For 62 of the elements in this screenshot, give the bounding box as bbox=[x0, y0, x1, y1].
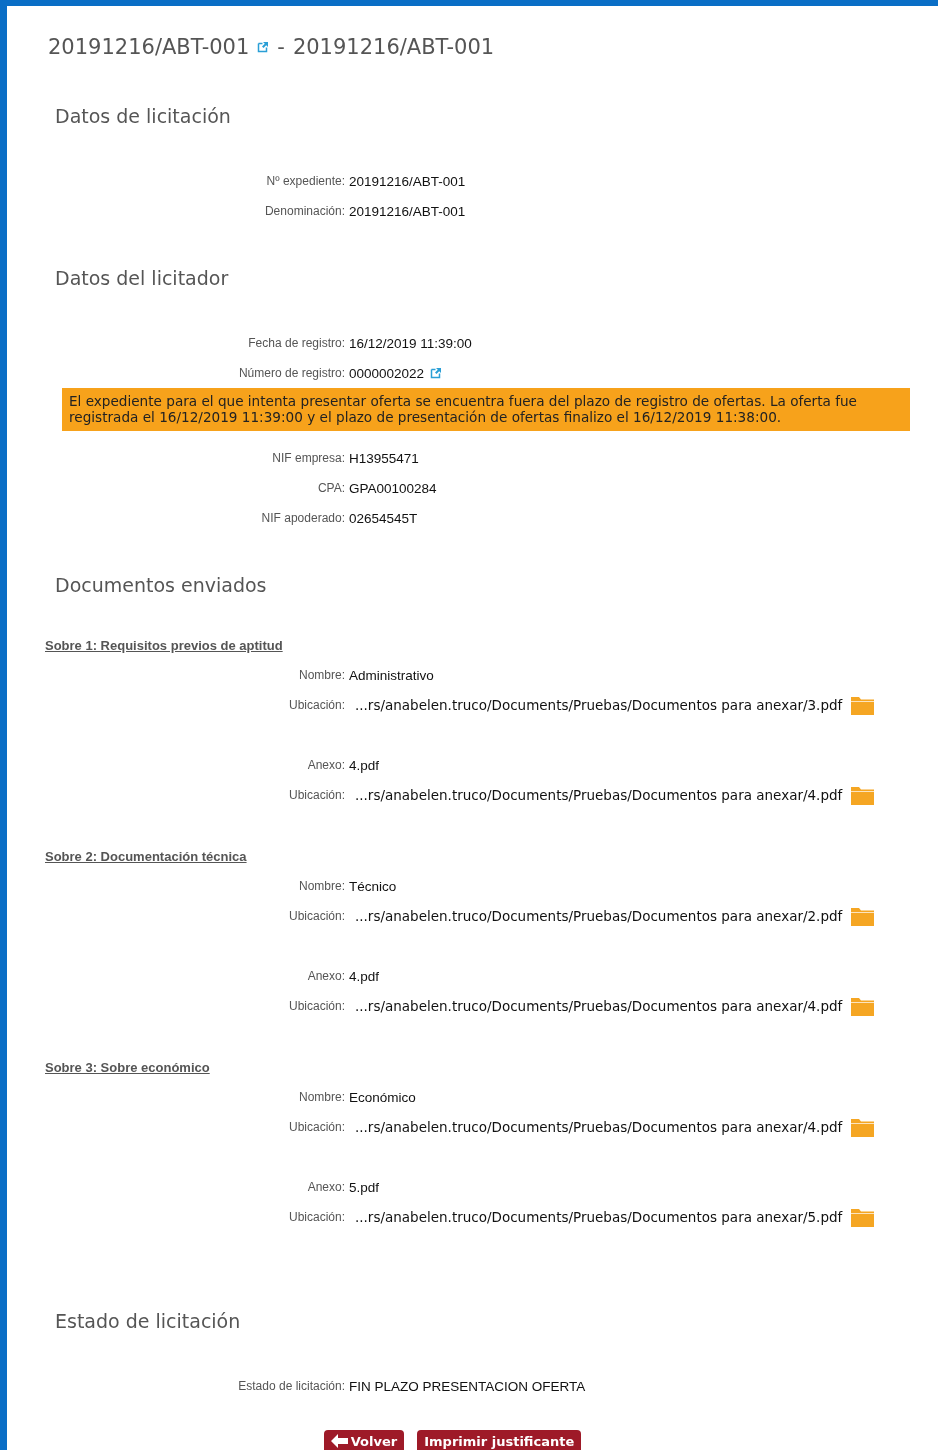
field-label: NIF empresa: bbox=[271, 451, 345, 465]
file-path: ...rs/anabelen.truco/Documents/Pruebas/Documentos para anexar/4.pdf bbox=[354, 998, 843, 1014]
envelope-link[interactable]: Sobre 2: Documentación técnica bbox=[45, 848, 247, 866]
field-label: Nombre: bbox=[298, 879, 345, 893]
field-label: NIF apoderado: bbox=[260, 511, 345, 525]
file-path: ...rs/anabelen.truco/Documents/Pruebas/Documentos para anexar/4.pdf bbox=[354, 1119, 843, 1135]
left-arrow-icon bbox=[330, 1434, 348, 1448]
field-value: 0000002022 bbox=[349, 365, 425, 381]
folder-icon[interactable] bbox=[851, 785, 875, 805]
external-link-icon[interactable] bbox=[430, 367, 443, 379]
section-heading: Datos del licitador bbox=[55, 266, 230, 291]
field-value: Económico bbox=[349, 1089, 416, 1105]
field-value: GPA00100284 bbox=[349, 480, 437, 496]
print-button[interactable]: Imprimir justificante bbox=[417, 1430, 582, 1450]
field-value: 02654545T bbox=[349, 510, 418, 526]
field-value: Técnico bbox=[349, 878, 397, 894]
page-title: 20191216/ABT-001 bbox=[292, 35, 495, 59]
file-path: ...rs/anabelen.truco/Documents/Pruebas/Documentos para anexar/4.pdf bbox=[354, 787, 843, 803]
field-label: Ubicación: bbox=[287, 999, 345, 1013]
back-button[interactable]: Volver bbox=[323, 1430, 405, 1450]
folder-icon[interactable] bbox=[851, 1117, 875, 1137]
field-label: Ubicación: bbox=[287, 1120, 345, 1134]
field-label: CPA: bbox=[316, 481, 345, 495]
section-heading: Estado de licitación bbox=[55, 1309, 242, 1334]
field-label: Nº expediente: bbox=[265, 174, 345, 188]
field-label: Ubicación: bbox=[287, 909, 345, 923]
field-label: Estado de licitación: bbox=[237, 1379, 345, 1393]
field-value: 5.pdf bbox=[349, 1179, 380, 1195]
field-label: Nombre: bbox=[298, 668, 345, 682]
field-value: 4.pdf bbox=[349, 968, 380, 984]
envelope-link[interactable]: Sobre 1: Requisitos previos de aptitud bbox=[45, 637, 283, 655]
folder-icon[interactable] bbox=[851, 1207, 875, 1227]
field-label: Número de registro: bbox=[237, 366, 345, 380]
field-value: Administrativo bbox=[349, 667, 434, 683]
folder-icon[interactable] bbox=[851, 695, 875, 715]
field-label: Nombre: bbox=[298, 1090, 345, 1104]
field-value: 20191216/ABT-001 bbox=[349, 203, 466, 219]
field-label: Denominación: bbox=[263, 204, 345, 218]
field-label: Ubicación: bbox=[287, 788, 345, 802]
field-value: FIN PLAZO PRESENTACION OFERTA bbox=[349, 1378, 586, 1394]
field-label: Anexo: bbox=[306, 758, 345, 772]
warning-message: El expediente para el que intenta presentar oferta se encuentra fuera del plazo de registro de ofertas. La oferta fue registrada el 16/12/2019 11:39:00 y el plazo de presentación de ofertas finalizo el 16/12/2019 11:38:00. bbox=[62, 388, 910, 431]
page-title: 20191216/ABT-001 bbox=[48, 35, 250, 59]
section-heading: Documentos enviados bbox=[55, 573, 268, 598]
field-label: Fecha de registro: bbox=[247, 336, 345, 350]
envelope-link[interactable]: Sobre 3: Sobre económico bbox=[45, 1059, 210, 1077]
field-label: Anexo: bbox=[306, 969, 345, 983]
section-heading: Datos de licitación bbox=[55, 104, 232, 129]
field-value: 20191216/ABT-001 bbox=[349, 173, 466, 189]
field-label: Ubicación: bbox=[287, 698, 345, 712]
folder-icon[interactable] bbox=[851, 996, 875, 1016]
field-label: Anexo: bbox=[306, 1180, 345, 1194]
field-value: 4.pdf bbox=[349, 757, 380, 773]
field-label: Ubicación: bbox=[287, 1210, 345, 1224]
field-value: H13955471 bbox=[349, 450, 419, 466]
file-path: ...rs/anabelen.truco/Documents/Pruebas/Documentos para anexar/3.pdf bbox=[354, 697, 843, 713]
file-path: ...rs/anabelen.truco/Documents/Pruebas/Documentos para anexar/5.pdf bbox=[354, 1209, 843, 1225]
separator: - bbox=[277, 35, 285, 59]
file-path: ...rs/anabelen.truco/Documents/Pruebas/Documentos para anexar/2.pdf bbox=[354, 908, 843, 924]
field-value: 16/12/2019 11:39:00 bbox=[349, 335, 472, 351]
external-link-icon[interactable] bbox=[257, 41, 270, 53]
folder-icon[interactable] bbox=[851, 906, 875, 926]
